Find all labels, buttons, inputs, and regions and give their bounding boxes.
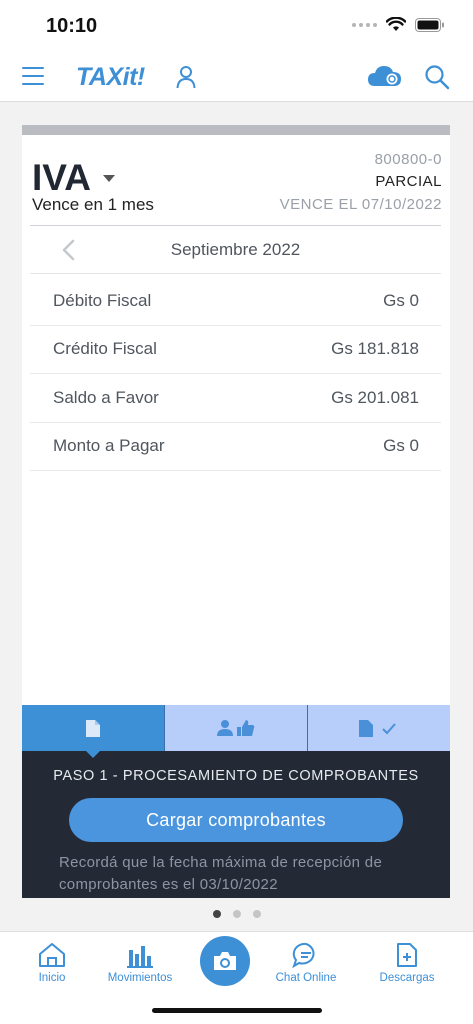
tax-name: IVA	[32, 157, 91, 198]
page-dot-active[interactable]	[212, 910, 221, 918]
expiry-date: VENCE EL 07/10/2022	[279, 196, 442, 213]
tax-type: PARCIAL	[375, 173, 442, 190]
status-time: 10:10	[46, 15, 98, 37]
summary-value: Gs 181.818	[331, 339, 419, 359]
tax-number: 800800-0	[374, 151, 442, 168]
status-bar: 10:10	[0, 0, 473, 52]
document-icon	[86, 719, 100, 737]
summary-value: Gs 201.081	[331, 387, 419, 407]
summary-list: Débito Fiscal Gs 0 Crédito Fiscal Gs 181…	[30, 277, 441, 471]
app-header: TAXit!	[0, 52, 473, 102]
status-icons	[352, 17, 445, 32]
cloud-sync-icon[interactable]	[366, 62, 404, 90]
tab-inicio[interactable]: Inicio	[30, 942, 74, 984]
tab-label: Movimientos	[107, 972, 173, 984]
upload-receipts-button[interactable]: Cargar comprobantes	[69, 798, 403, 842]
page-dot[interactable]	[252, 910, 261, 918]
document-add-icon	[397, 943, 417, 967]
camera-icon	[214, 952, 236, 970]
menu-icon[interactable]	[22, 67, 44, 85]
camera-button[interactable]	[200, 936, 250, 986]
tab-label: Inicio	[38, 972, 66, 984]
step-tab-review[interactable]	[164, 705, 307, 751]
tab-label: Chat Online	[275, 972, 337, 984]
home-indicator	[152, 1008, 322, 1013]
tab-movimientos[interactable]: Movimientos	[100, 942, 180, 984]
app-logo: TAXit!	[76, 63, 145, 91]
step-tab-documents[interactable]	[22, 705, 164, 758]
summary-label: Crédito Fiscal	[53, 339, 157, 359]
page-indicator	[0, 910, 473, 918]
summary-label: Monto a Pagar	[53, 436, 165, 456]
period-label: Septiembre 2022	[170, 240, 301, 259]
summary-row-saldo: Saldo a Favor Gs 201.081	[30, 374, 441, 423]
reminder-text: Recordá que la fecha máxima de recepción…	[59, 854, 383, 893]
tab-descargas[interactable]: Descargas	[372, 942, 442, 984]
step-panel: PASO 1 - PROCESAMIENTO DE COMPROBANTES C…	[22, 751, 450, 898]
tab-pointer	[86, 751, 100, 758]
signal-icon	[352, 22, 377, 27]
summary-value: Gs 0	[383, 290, 419, 310]
period-selector: Septiembre 2022	[30, 226, 441, 274]
home-icon	[39, 943, 65, 967]
step-tab-confirm[interactable]	[307, 705, 450, 751]
due-in-text: Vence en 1 mes	[32, 195, 154, 214]
page-dot[interactable]	[232, 910, 241, 918]
user-icon[interactable]	[176, 65, 196, 89]
summary-label: Saldo a Favor	[53, 387, 159, 407]
steps-tabs	[22, 705, 450, 758]
chat-icon	[292, 942, 315, 968]
tab-chat-online[interactable]: Chat Online	[268, 942, 344, 984]
step-title: PASO 1 - PROCESAMIENTO DE COMPROBANTES	[53, 768, 419, 784]
wifi-icon	[386, 17, 406, 31]
battery-icon	[415, 17, 444, 32]
document-check-icon	[359, 719, 396, 737]
bar-chart-icon	[127, 946, 153, 968]
summary-label: Débito Fiscal	[53, 290, 152, 310]
summary-row-credito: Crédito Fiscal Gs 181.818	[30, 326, 441, 374]
summary-value: Gs 0	[383, 436, 419, 456]
tax-selector[interactable]: IVA	[32, 157, 115, 199]
tax-card: IVA Vence en 1 mes 800800-0 PARCIAL VENC…	[22, 125, 450, 898]
tab-label: Descargas	[379, 972, 435, 984]
card-topbar	[22, 125, 450, 135]
caret-down-icon	[102, 174, 115, 182]
user-thumbs-up-icon	[217, 720, 255, 736]
search-icon[interactable]	[424, 64, 450, 90]
summary-row-monto: Monto a Pagar Gs 0	[30, 423, 441, 471]
summary-row-debito: Débito Fiscal Gs 0	[30, 277, 441, 326]
